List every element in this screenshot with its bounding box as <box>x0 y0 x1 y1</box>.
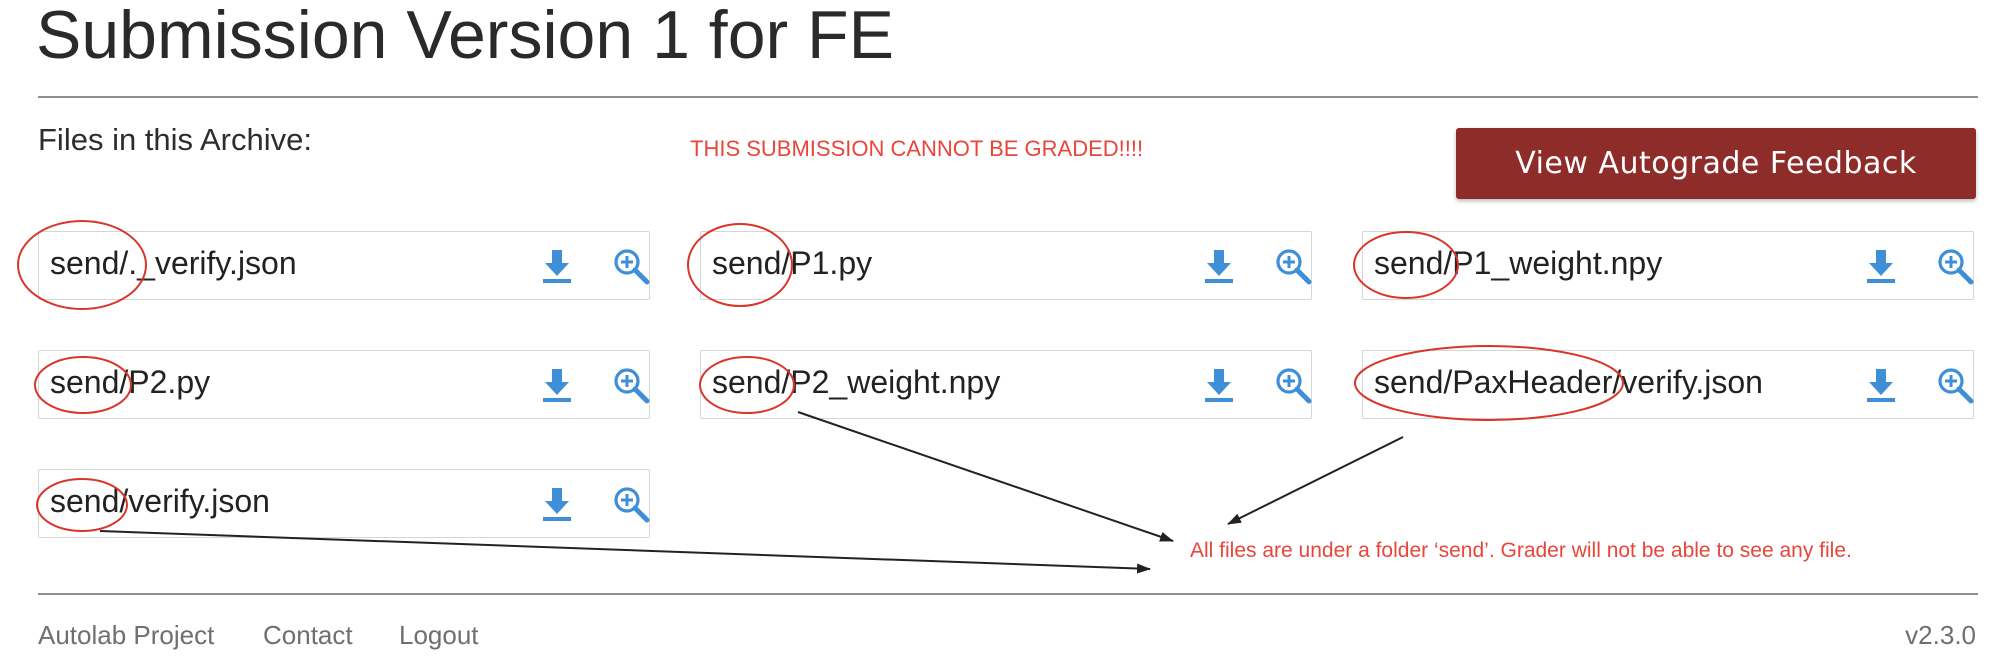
download-icon[interactable] <box>1199 365 1239 405</box>
file-name-link[interactable]: send/verify.json <box>50 483 270 520</box>
archive-files-label: Files in this Archive: <box>38 122 312 157</box>
file-name-link[interactable]: send/P2.py <box>50 364 210 401</box>
view-autograde-feedback-button[interactable]: View Autograde Feedback <box>1456 128 1976 199</box>
file-name-link[interactable]: send/._verify.json <box>50 245 297 282</box>
download-icon[interactable] <box>1861 246 1901 286</box>
file-card: send/P2_weight.npy <box>700 350 1312 419</box>
file-name-link[interactable]: send/P1_weight.npy <box>1374 245 1662 282</box>
zoom-in-icon[interactable] <box>611 246 651 286</box>
download-icon[interactable] <box>537 484 577 524</box>
zoom-in-icon[interactable] <box>611 365 651 405</box>
download-icon[interactable] <box>1861 365 1901 405</box>
page-title: Submission Version 1 for FE <box>36 0 894 73</box>
download-icon[interactable] <box>1199 246 1239 286</box>
file-card: send/PaxHeader/verify.json <box>1362 350 1974 419</box>
file-card: send/verify.json <box>38 469 650 538</box>
footer-divider <box>38 593 1978 595</box>
zoom-in-icon[interactable] <box>611 484 651 524</box>
cannot-grade-warning: THIS SUBMISSION CANNOT BE GRADED!!!! <box>690 136 1144 161</box>
footer-link-logout[interactable]: Logout <box>399 620 479 651</box>
annotation-arrow <box>797 411 1174 542</box>
version-label: v2.3.0 <box>1905 620 1976 650</box>
file-name-link[interactable]: send/P1.py <box>712 245 872 282</box>
file-card: send/P1.py <box>700 231 1312 300</box>
zoom-in-icon[interactable] <box>1273 246 1313 286</box>
annotation-note: All files are under a folder ‘send’. Gra… <box>1190 539 1852 562</box>
download-icon[interactable] <box>537 365 577 405</box>
file-name-link[interactable]: send/P2_weight.npy <box>712 364 1000 401</box>
footer-link-contact[interactable]: Contact <box>263 620 353 651</box>
file-card: send/P2.py <box>38 350 650 419</box>
header-divider <box>38 96 1978 98</box>
annotation-arrow <box>1227 436 1404 525</box>
zoom-in-icon[interactable] <box>1935 246 1975 286</box>
download-icon[interactable] <box>537 246 577 286</box>
file-name-link[interactable]: send/PaxHeader/verify.json <box>1374 364 1763 401</box>
zoom-in-icon[interactable] <box>1273 365 1313 405</box>
footer-link-autolab-project[interactable]: Autolab Project <box>38 620 214 651</box>
zoom-in-icon[interactable] <box>1935 365 1975 405</box>
file-card: send/._verify.json <box>38 231 650 300</box>
file-card: send/P1_weight.npy <box>1362 231 1974 300</box>
